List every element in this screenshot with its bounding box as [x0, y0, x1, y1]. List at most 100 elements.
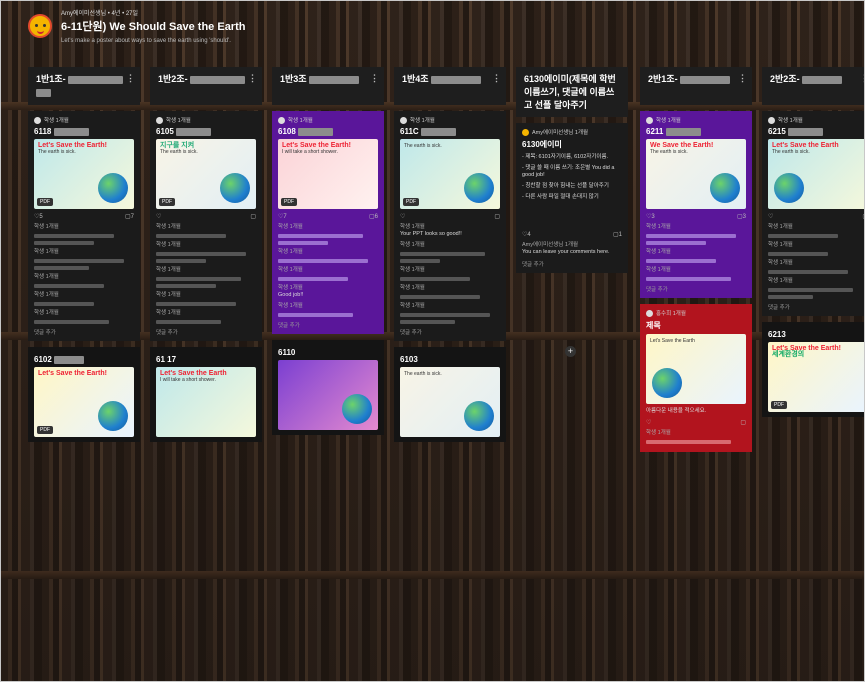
poster-line: I will take a short shower.: [282, 149, 338, 155]
comment-count[interactable]: ▢: [740, 419, 746, 426]
post-card[interactable]: 홍수희 1개월 제목 Let's Save the Earth 아름다운 내용을…: [640, 304, 752, 452]
like-count[interactable]: ♡5: [34, 213, 43, 220]
comment-author: 학생 1개월: [768, 260, 793, 266]
add-comment-button[interactable]: 댓글 추가: [278, 321, 378, 329]
poster-thumbnail[interactable]: The earth is sick.: [400, 367, 500, 437]
post-card[interactable]: 6110: [272, 340, 384, 435]
comment-author: 학생 1개월: [156, 242, 181, 248]
like-count[interactable]: ♡: [646, 419, 651, 426]
pdf-badge: PDF: [281, 198, 297, 206]
add-comment-button[interactable]: 댓글 추가: [34, 328, 134, 336]
redacted-name: [53, 127, 89, 136]
poster-thumbnail[interactable]: [278, 360, 378, 430]
column-heading[interactable]: 2반1조- ⋮: [640, 67, 752, 105]
comment-author: 학생 1개월: [156, 292, 181, 298]
comment-count[interactable]: ▢6: [369, 213, 378, 220]
poster-thumbnail[interactable]: Let's Save the Earth! I will take a short…: [278, 139, 378, 209]
post-card[interactable]: 학생 1개월 6118 Let's Save the Earth! The ear…: [28, 111, 140, 341]
comment-author: 학생 1개월: [34, 274, 59, 280]
comment-text: [34, 320, 109, 324]
comment: 학생 1개월: [34, 274, 134, 288]
more-icon[interactable]: ⋮: [126, 72, 135, 85]
comment-count-value: 6: [374, 214, 378, 220]
like-count[interactable]: ♡: [768, 213, 773, 220]
column-1: 1반1조- ⋮ 학생 1개월 6118 Let's Save the Earth…: [28, 67, 140, 442]
more-icon[interactable]: ⋮: [248, 72, 257, 85]
comment: 학생 1개월: [768, 224, 864, 238]
avatar: [156, 116, 163, 124]
column-heading[interactable]: 6130에이미(제목에 학번 이름쓰기, 댓글에 이름쓰고 선플 달아주기: [516, 67, 628, 117]
poster-thumbnail[interactable]: Let's Save the Earth! The earth is sick. …: [34, 139, 134, 209]
poster-thumbnail[interactable]: Let's Save the Earth: [646, 334, 746, 404]
add-comment-button[interactable]: 댓글 추가: [522, 260, 622, 268]
add-comment-button[interactable]: 댓글 추가: [400, 328, 500, 336]
comment-count-value: 7: [130, 214, 134, 220]
poster-thumbnail[interactable]: The earth is sick. PDF: [400, 139, 500, 209]
redacted-name: [54, 355, 85, 364]
post-card[interactable]: 6103 The earth is sick.: [394, 347, 506, 442]
column-heading[interactable]: 1반4조 ⋮: [394, 67, 506, 105]
comment-text: Good job!!: [278, 292, 304, 298]
author-name: 학생 1개월: [656, 118, 681, 124]
post-title-text: 6110: [278, 348, 296, 357]
like-count[interactable]: ♡: [400, 213, 405, 220]
comment: 학생 1개월: [400, 303, 500, 324]
post-card[interactable]: 6213 Let's Save the Earth! 세계환경의 PDF: [762, 322, 864, 417]
post-title: 6118: [34, 127, 134, 136]
poster-thumbnail[interactable]: 지구를 지켜 The earth is sick. PDF: [156, 139, 256, 209]
post-card[interactable]: Amy에이미선생님 1개월 6130에이미 - 제목: 6101자기이름, 61…: [516, 123, 628, 273]
like-count[interactable]: ♡3: [646, 213, 655, 220]
post-card[interactable]: 학생 1개월 6105 지구를 지켜 The earth is sick. PDF…: [150, 111, 262, 341]
column-heading[interactable]: 1반1조- ⋮: [28, 67, 140, 105]
poster-thumbnail[interactable]: Let's Save the Earth I will take a short …: [156, 367, 256, 437]
more-icon[interactable]: ⋮: [738, 72, 747, 85]
more-icon[interactable]: ⋮: [370, 72, 379, 85]
comment-author: 학생 1개월: [34, 224, 59, 230]
poster-thumbnail[interactable]: Let's Save the Earth! PDF: [34, 367, 134, 437]
globe-icon: [464, 401, 494, 431]
like-count[interactable]: ♡4: [522, 231, 531, 238]
comment-text: [768, 288, 853, 292]
comment-count[interactable]: ▢1: [613, 231, 622, 238]
comment: 학생 1개월: [278, 224, 378, 245]
post-card[interactable]: 학생 1개월 6108 Let's Save the Earth! I will …: [272, 111, 384, 334]
poster-thumbnail[interactable]: Let's Save the Earth The earth is sick.: [768, 139, 864, 209]
comment-text: You can leave your comments here.: [522, 249, 610, 255]
post-card[interactable]: 6102 Let's Save the Earth! PDF: [28, 347, 140, 442]
poster-thumbnail[interactable]: We Save the Earth! The earth is sick.: [646, 139, 746, 209]
poster-line: The earth is sick.: [772, 149, 810, 155]
post-stats: ♡5 ▢7: [34, 213, 134, 220]
more-icon[interactable]: ⋮: [860, 72, 864, 85]
comment-count[interactable]: ▢3: [737, 213, 746, 220]
like-count[interactable]: ♡7: [278, 213, 287, 220]
post-card[interactable]: 61 17 Let's Save the Earth I will take a …: [150, 347, 262, 442]
poster-thumbnail[interactable]: Let's Save the Earth! 세계환경의 PDF: [768, 342, 864, 412]
like-count[interactable]: ♡: [156, 213, 161, 220]
column-heading[interactable]: 1반3조 ⋮: [272, 67, 384, 105]
add-post-icon[interactable]: +: [565, 346, 576, 357]
post-card[interactable]: 학생 1개월 6211 We Save the Earth! The earth …: [640, 111, 752, 298]
column-heading[interactable]: 1반2조- ⋮: [150, 67, 262, 105]
globe-icon: [774, 173, 804, 203]
post-title-text: 6215: [768, 127, 786, 136]
padlet-board: Amy에이미선생님 • 4년 • 27일 6-11단원) We Should S…: [0, 0, 865, 682]
more-icon[interactable]: ⋮: [492, 72, 501, 85]
add-comment-button[interactable]: 댓글 추가: [156, 328, 256, 336]
author-name: 학생 1개월: [44, 118, 69, 124]
comment-author: 학생 1개월: [156, 224, 181, 230]
comment-count[interactable]: ▢: [250, 213, 256, 220]
post-card[interactable]: 학생 1개월 611C The earth is sick. PDF ♡ ▢ 학생…: [394, 111, 506, 341]
board-avatar-icon[interactable]: [28, 14, 52, 38]
comment-count[interactable]: ▢7: [125, 213, 134, 220]
comment-text: [400, 320, 455, 324]
column-4: 1반4조 ⋮ 학생 1개월 611C The earth is sick. PD…: [394, 67, 506, 442]
add-comment-button[interactable]: 댓글 추가: [768, 303, 864, 311]
add-comment-button[interactable]: 댓글 추가: [646, 285, 746, 293]
poster-text: Let's Save the Earth!: [38, 370, 107, 377]
column-heading[interactable]: 2반2조- ⋮: [762, 67, 864, 105]
like-count-value: 4: [527, 232, 531, 238]
poster-heading: Let's Save the Earth: [650, 338, 695, 344]
comment-count[interactable]: ▢: [494, 213, 500, 220]
post-card[interactable]: 학생 1개월 6215 Let's Save the Earth The eart…: [762, 111, 864, 316]
post-author: 학생 1개월: [768, 116, 864, 124]
